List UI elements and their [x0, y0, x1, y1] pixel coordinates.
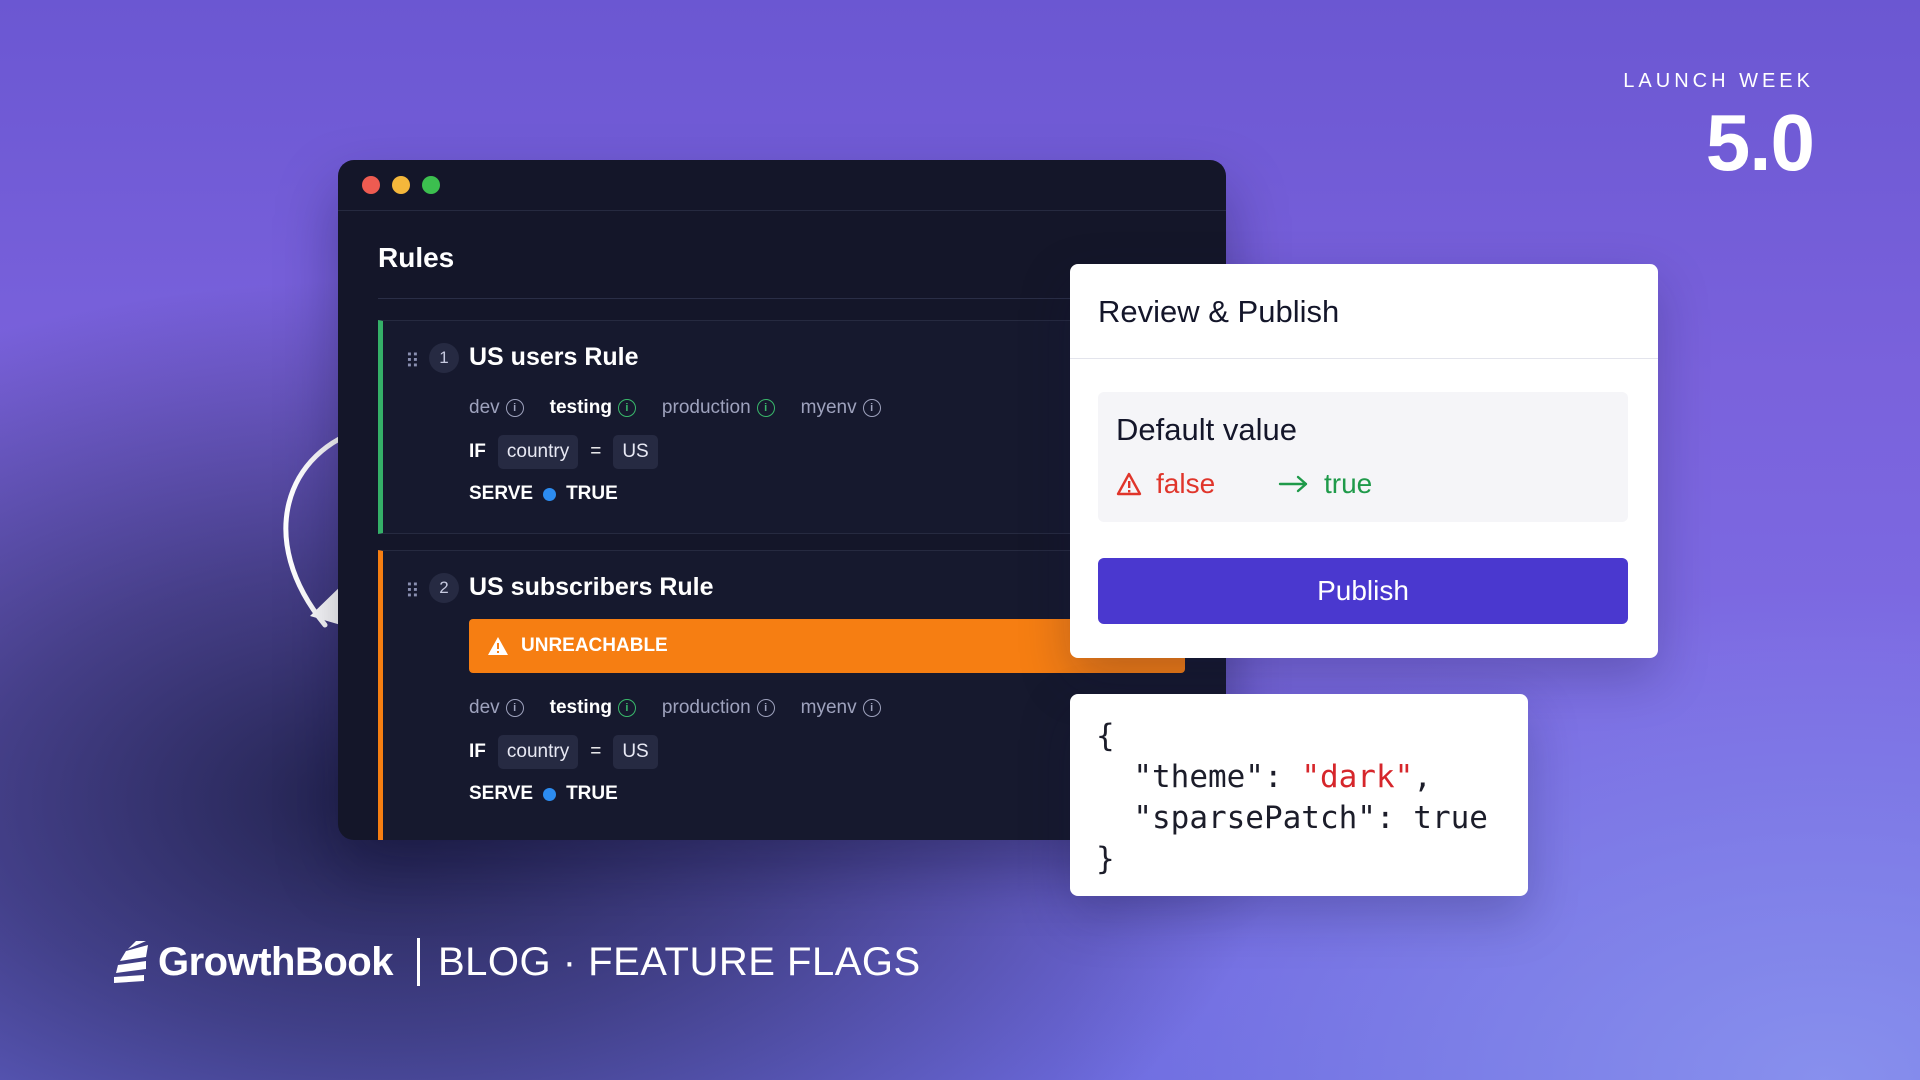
- env-label: myenv: [800, 397, 857, 418]
- env-label: myenv: [800, 697, 857, 718]
- rule-number-badge: 1: [429, 343, 459, 373]
- env-label: dev: [469, 697, 500, 718]
- env-dev[interactable]: dev i: [469, 697, 524, 719]
- code-close-brace: }: [1096, 841, 1115, 877]
- old-value-text: false: [1156, 468, 1216, 499]
- code-sparse-value: true: [1413, 800, 1488, 836]
- default-value-title: Default value: [1116, 412, 1297, 447]
- info-icon: i: [505, 699, 524, 717]
- env-label: production: [661, 697, 751, 718]
- info-icon: i: [617, 399, 636, 417]
- info-icon: i: [756, 399, 775, 417]
- condition-operator: =: [590, 741, 602, 762]
- panel-divider: [1070, 358, 1658, 359]
- serve-dot-icon: [543, 787, 557, 801]
- drag-handle-icon[interactable]: ⠿: [405, 349, 420, 374]
- code-sparse-key: "sparsePatch": [1133, 800, 1376, 836]
- info-icon: i: [862, 699, 881, 717]
- info-icon: i: [505, 399, 524, 417]
- json-code: { "theme": "dark", "sparsePatch": true }: [1096, 718, 1488, 877]
- serve-keyword: SERVE: [469, 483, 534, 504]
- code-theme-key: "theme": [1133, 759, 1264, 795]
- info-icon: i: [617, 699, 636, 717]
- env-label: testing: [549, 397, 612, 418]
- condition-value: US: [613, 435, 658, 469]
- footer-branding: GrowthBook BLOG · FEATURE FLAGS: [110, 938, 921, 986]
- code-open-brace: {: [1096, 718, 1115, 754]
- rule-name: US subscribers Rule: [469, 573, 714, 601]
- rule-name: US users Rule: [469, 343, 639, 371]
- env-testing[interactable]: testing i: [550, 697, 636, 719]
- launch-week-label: LAUNCH WEEK: [1623, 70, 1814, 92]
- code-theme-value: "dark": [1301, 759, 1414, 795]
- unreachable-label: UNREACHABLE: [521, 635, 668, 656]
- new-value: true: [1278, 468, 1372, 500]
- rule-condition: IF country = US: [469, 435, 658, 469]
- rule-environments: dev i testing i production i myenv i: [469, 697, 881, 719]
- warning-icon: [488, 637, 508, 655]
- env-label: testing: [549, 697, 612, 718]
- condition-keyword: IF: [469, 441, 486, 462]
- env-label: production: [661, 397, 751, 418]
- serve-value: TRUE: [566, 783, 618, 804]
- growthbook-logo-icon: [114, 941, 148, 983]
- info-icon: i: [756, 699, 775, 717]
- launch-week: LAUNCH WEEK 5.0: [1623, 70, 1815, 187]
- env-testing[interactable]: testing i: [550, 397, 636, 419]
- old-value: false: [1116, 468, 1215, 500]
- blog-section-label: BLOG · FEATURE FLAGS: [437, 939, 921, 984]
- info-icon: i: [862, 399, 881, 417]
- review-publish-panel: Review & Publish Default value false tru…: [1070, 264, 1658, 658]
- brand-name: GrowthBook: [158, 939, 393, 984]
- publish-button[interactable]: Publish: [1098, 558, 1628, 624]
- env-myenv[interactable]: myenv i: [801, 697, 881, 719]
- window-maximize-button[interactable]: [422, 176, 440, 194]
- drag-handle-icon[interactable]: ⠿: [405, 579, 420, 604]
- serve-keyword: SERVE: [469, 783, 534, 804]
- window-titlebar: [338, 160, 1226, 211]
- new-value-text: true: [1324, 468, 1373, 499]
- env-production[interactable]: production i: [662, 397, 775, 419]
- window-minimize-button[interactable]: [392, 176, 410, 194]
- rule-serve: SERVE TRUE: [469, 483, 618, 505]
- condition-operator: =: [590, 441, 602, 462]
- condition-attribute: country: [497, 435, 579, 469]
- warning-icon: [1116, 472, 1142, 496]
- rule-environments: dev i testing i production i myenv i: [469, 397, 881, 419]
- condition-value: US: [613, 735, 658, 769]
- launch-week-number: 5.0: [1705, 98, 1815, 187]
- rule-condition: IF country = US: [469, 735, 658, 769]
- panel-title: Review & Publish: [1098, 294, 1340, 329]
- env-production[interactable]: production i: [662, 697, 775, 719]
- rule-number-badge: 2: [429, 573, 459, 603]
- brand-separator: [416, 938, 420, 986]
- rule-serve: SERVE TRUE: [469, 783, 618, 805]
- condition-keyword: IF: [469, 741, 486, 762]
- serve-dot-icon: [543, 487, 557, 501]
- env-myenv[interactable]: myenv i: [801, 397, 881, 419]
- condition-attribute: country: [497, 735, 579, 769]
- window-close-button[interactable]: [362, 176, 380, 194]
- serve-value: TRUE: [566, 483, 618, 504]
- env-dev[interactable]: dev i: [469, 397, 524, 419]
- arrow-right-icon: [1278, 475, 1308, 493]
- env-label: dev: [469, 397, 500, 418]
- json-code-card: { "theme": "dark", "sparsePatch": true }: [1070, 694, 1528, 896]
- default-value-diff: Default value false true: [1098, 392, 1628, 522]
- rules-heading: Rules: [378, 242, 455, 273]
